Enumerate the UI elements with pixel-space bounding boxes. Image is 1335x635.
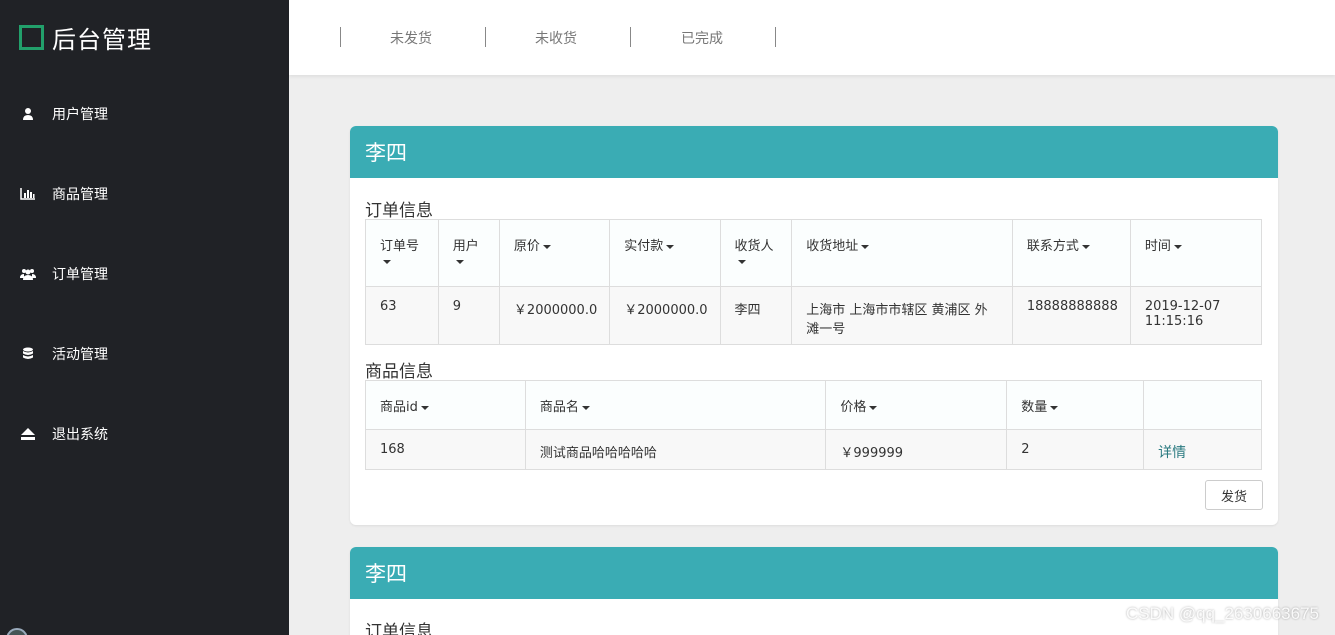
order-info-title: 订单信息 <box>365 201 433 221</box>
cell-address: 上海市 上海市市辖区 黄浦区 外滩一号 <box>791 286 1013 345</box>
sidebar-item-products[interactable]: 商品管理 <box>20 182 108 206</box>
caret-down-icon <box>737 259 746 264</box>
ship-button[interactable]: 发货 <box>1205 480 1263 510</box>
brand: 后台管理 <box>19 22 152 54</box>
tab-unreceived[interactable]: 未收货 <box>535 28 577 48</box>
caret-down-icon <box>420 405 429 410</box>
column-header-receiver[interactable]: 收货人 <box>719 219 793 287</box>
cell-order-id: 63 <box>365 286 439 345</box>
bar-chart-icon <box>20 186 36 202</box>
table-row: 168 测试商品哈哈哈哈哈 ￥999999 2 详情 <box>365 429 1262 470</box>
app-title: 后台管理 <box>52 25 152 54</box>
caret-down-icon <box>455 259 464 264</box>
caret-down-icon <box>581 405 590 410</box>
sidebar-item-users[interactable]: 用户管理 <box>20 102 108 126</box>
cell-time: 2019-12-07 11:15:16 <box>1129 286 1263 345</box>
column-header-paid[interactable]: 实付款 <box>609 219 721 287</box>
sidebar-item-orders[interactable]: 订单管理 <box>20 262 108 286</box>
column-header-user[interactable]: 用户 <box>437 219 500 287</box>
goods-info-table: 商品id 商品名 价格 数量 168 测试商品哈哈哈哈哈 ￥999999 2 详… <box>365 380 1262 470</box>
sidebar-item-label: 订单管理 <box>52 267 108 283</box>
user-icon <box>20 106 36 122</box>
cell-phone: 18888888888 <box>1011 286 1131 345</box>
column-header-address[interactable]: 收货地址 <box>791 219 1013 287</box>
avatar[interactable] <box>6 628 28 635</box>
users-icon <box>20 266 36 282</box>
detail-link[interactable]: 详情 <box>1158 445 1186 461</box>
cell-price: ￥999999 <box>825 429 1008 470</box>
caret-down-icon <box>869 405 878 410</box>
caret-down-icon <box>1173 244 1182 249</box>
order-info-table: 订单号 用户 原价 实付款 收货人 收货地址 联系方式 时间 63 9 ￥200… <box>365 219 1263 345</box>
caret-down-icon <box>861 244 870 249</box>
caret-down-icon <box>666 244 675 249</box>
sidebar-item-label: 商品管理 <box>52 187 108 203</box>
order-info-title: 订单信息 <box>365 622 433 635</box>
column-header-time[interactable]: 时间 <box>1129 219 1263 287</box>
sidebar-item-activities[interactable]: 活动管理 <box>20 342 108 366</box>
tab-divider <box>630 27 631 47</box>
eject-icon <box>20 426 36 442</box>
table-header-row: 订单号 用户 原价 实付款 收货人 收货地址 联系方式 时间 <box>365 219 1263 287</box>
column-header-quantity[interactable]: 数量 <box>1006 380 1145 430</box>
cell-original-price: ￥2000000.0 <box>498 286 611 345</box>
column-header-price[interactable]: 价格 <box>825 380 1008 430</box>
tab-divider <box>775 27 776 47</box>
tab-divider <box>485 27 486 47</box>
cell-quantity: 2 <box>1006 429 1145 470</box>
caret-down-icon <box>542 244 551 249</box>
table-row: 63 9 ￥2000000.0 ￥2000000.0 李四 上海市 上海市市辖区… <box>365 286 1263 345</box>
logo-square-icon <box>19 24 44 50</box>
sidebar-item-label: 退出系统 <box>52 427 108 443</box>
order-card: 李四 订单信息 订单号 用户 原价 实付款 收货人 收货地址 联系方式 时间 6… <box>350 126 1278 525</box>
sidebar-item-label: 用户管理 <box>52 107 108 123</box>
cell-goods-id: 168 <box>365 429 526 470</box>
caret-down-icon <box>383 259 391 264</box>
sidebar: 后台管理 用户管理 商品管理 订单管理 活动管理 退出系统 <box>0 0 289 635</box>
column-header-contact[interactable]: 联系方式 <box>1011 219 1131 287</box>
topbar: 未发货 未收货 已完成 <box>289 0 1335 75</box>
cell-receiver: 李四 <box>719 286 793 345</box>
cell-detail: 详情 <box>1143 429 1262 470</box>
goods-info-title: 商品信息 <box>365 362 433 382</box>
column-header-actions <box>1143 380 1262 430</box>
database-icon <box>20 346 36 362</box>
table-header-row: 商品id 商品名 价格 数量 <box>365 380 1262 430</box>
column-header-goods-id[interactable]: 商品id <box>365 380 526 430</box>
sidebar-item-logout[interactable]: 退出系统 <box>20 422 108 446</box>
order-card-header: 李四 <box>350 547 1278 599</box>
caret-down-icon <box>1050 405 1059 410</box>
sidebar-item-label: 活动管理 <box>52 347 108 363</box>
watermark: CSDN @qq_2630663675 <box>1125 604 1319 623</box>
column-header-order-id[interactable]: 订单号 <box>365 219 439 287</box>
tab-unshipped[interactable]: 未发货 <box>390 28 432 48</box>
tab-completed[interactable]: 已完成 <box>681 28 723 48</box>
cell-user: 9 <box>437 286 500 345</box>
tab-divider <box>340 27 341 47</box>
column-header-goods-name[interactable]: 商品名 <box>524 380 827 430</box>
cell-paid: ￥2000000.0 <box>609 286 721 345</box>
cell-goods-name: 测试商品哈哈哈哈哈 <box>524 429 827 470</box>
column-header-original-price[interactable]: 原价 <box>498 219 611 287</box>
order-card-header: 李四 <box>350 126 1278 178</box>
caret-down-icon <box>1081 244 1090 249</box>
